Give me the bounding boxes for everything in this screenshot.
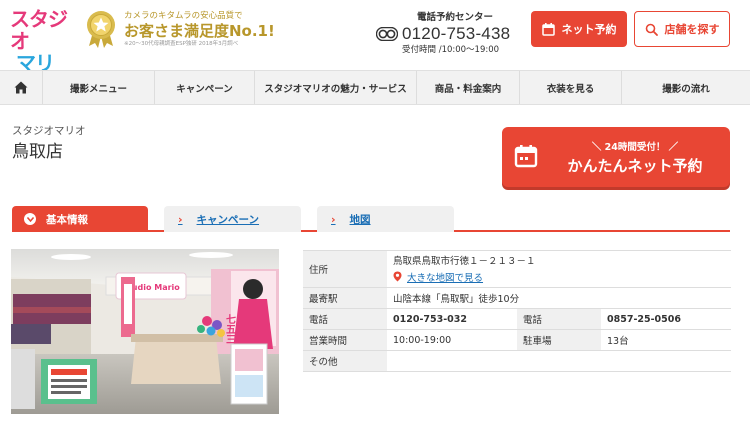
other-value <box>387 350 731 372</box>
address-value: 鳥取県鳥取市行徳１－２１３－１ <box>393 255 536 267</box>
phone-hours: 受付時間 /10:00～19:00 <box>402 45 500 55</box>
nav-item-campaign[interactable]: キャンペーン <box>155 71 255 104</box>
find-store-button[interactable]: 店舗を探す <box>634 11 730 47</box>
phone-row[interactable]: 0120-753-438 <box>376 24 518 44</box>
medal-icon <box>87 11 115 48</box>
phone-block: 電話予約センター 0120-753-438 受付時間 /10:00～19:00 <box>376 12 518 56</box>
chevron-right-icon: › <box>331 212 336 226</box>
info-row-address: 住所 鳥取県鳥取市行徳１－２１３－１ 大きな地図で見る <box>303 250 731 288</box>
address-cell: 鳥取県鳥取市行徳１－２１３－１ 大きな地図で見る <box>387 250 731 288</box>
tab-map-label: 地図 <box>349 213 371 226</box>
info-row-other: その他 <box>303 350 731 372</box>
big-map-link[interactable]: 大きな地図で見る <box>393 270 483 284</box>
tagline-top: カメラのキタムラの安心品質で <box>124 11 243 21</box>
tel1-value[interactable]: 0120-753-032 <box>387 308 517 330</box>
chevron-down-icon <box>24 213 36 225</box>
logo-line1: スタジオ <box>10 7 68 53</box>
station-label: 最寄駅 <box>303 287 387 309</box>
nav-item-menu[interactable]: 撮影メニュー <box>43 71 155 104</box>
store-interior-image: Studio Mario 七五三 <box>11 249 279 414</box>
tel2-label: 電話 <box>517 308 601 330</box>
net-reserve-label: ネット予約 <box>561 23 617 36</box>
tagline-main: お客さま満足度No.1! <box>124 22 275 40</box>
tab-map[interactable]: › 地図 <box>317 206 454 232</box>
net-reserve-button[interactable]: ネット予約 <box>531 11 627 47</box>
site-header: スタジオ マリオ カメラのキタムラの安心品質で お客さま満足度No.1! ※20… <box>0 0 750 96</box>
nav-item-costume[interactable]: 衣装を見る <box>520 71 622 104</box>
studio-mario-logo[interactable]: スタジオ マリオ <box>10 7 72 96</box>
station-value: 山陰本線「鳥取駅」徒歩10分 <box>387 287 731 309</box>
parking-value: 13台 <box>601 329 731 351</box>
find-store-label: 店舗を探す <box>664 23 720 36</box>
big-map-link-label: 大きな地図で見る <box>407 272 484 284</box>
nav-home[interactable] <box>0 71 43 104</box>
other-label: その他 <box>303 350 387 372</box>
nav-item-service[interactable]: スタジオマリオの魅力・サービス <box>255 71 417 104</box>
photo-banner-text: 七五三 <box>224 313 236 344</box>
cta-title: かんたんネット予約 <box>567 157 703 175</box>
home-icon <box>14 81 28 94</box>
store-photo: Studio Mario 七五三 <box>11 249 279 414</box>
info-tabs: 基本情報 › キャンペーン › 地図 <box>12 206 730 232</box>
easy-net-reserve-button[interactable]: ＼ 24時間受付！ ／ かんたんネット予約 <box>502 127 730 187</box>
tab-basic-info-label: 基本情報 <box>46 213 88 226</box>
free-dial-icon <box>376 27 398 41</box>
map-pin-icon <box>393 271 402 282</box>
info-row-tel: 電話 0120-753-032 電話 0857-25-0506 <box>303 308 731 330</box>
store-name: 鳥取店 <box>12 142 63 162</box>
hours-value: 10:00-19:00 <box>387 329 517 351</box>
calendar-icon <box>541 22 555 36</box>
tab-basic-info[interactable]: 基本情報 <box>12 206 148 232</box>
nav-item-price[interactable]: 商品・料金案内 <box>417 71 520 104</box>
brand-subtitle: スタジオマリオ <box>12 125 86 137</box>
tel1-label: 電話 <box>303 308 387 330</box>
tel2-value[interactable]: 0857-25-0506 <box>601 308 731 330</box>
main-nav: 撮影メニュー キャンペーン スタジオマリオの魅力・サービス 商品・料金案内 衣装… <box>0 70 750 105</box>
cta-subtitle: ＼ 24時間受付！ ／ <box>591 142 679 153</box>
info-row-hours: 営業時間 10:00-19:00 駐車場 13台 <box>303 329 731 351</box>
tab-campaign[interactable]: › キャンペーン <box>164 206 301 232</box>
search-icon <box>645 23 658 36</box>
hours-label: 営業時間 <box>303 329 387 351</box>
chevron-right-icon: › <box>178 212 183 226</box>
nav-item-flow[interactable]: 撮影の流れ <box>622 71 750 104</box>
address-label: 住所 <box>303 250 387 288</box>
tab-campaign-label: キャンペーン <box>196 213 260 226</box>
tagline: カメラのキタムラの安心品質で お客さま満足度No.1! ※20～30代母親調査E… <box>124 10 284 48</box>
parking-label: 駐車場 <box>517 329 601 351</box>
info-row-station: 最寄駅 山陰本線「鳥取駅」徒歩10分 <box>303 287 731 309</box>
phone-number: 0120-753-438 <box>402 24 511 43</box>
calendar-icon <box>514 145 538 168</box>
phone-label: 電話予約センター <box>416 12 493 23</box>
store-info-table: 住所 鳥取県鳥取市行徳１－２１３－１ 大きな地図で見る 最寄駅 山陰本線「鳥取駅… <box>303 250 731 372</box>
tagline-note: ※20～30代母親調査ESP独研 2018年3月調べ <box>124 41 239 47</box>
